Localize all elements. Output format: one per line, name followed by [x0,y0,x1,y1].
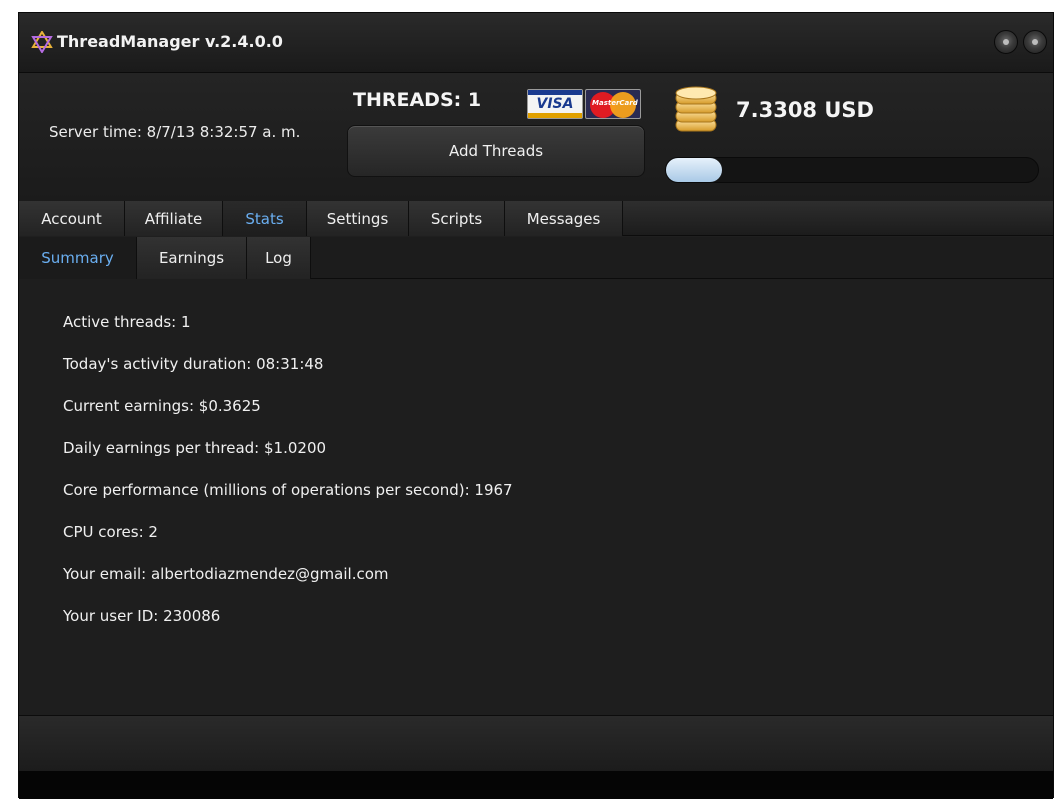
mastercard-icon: MasterCard [585,89,641,119]
close-icon[interactable] [1023,30,1047,54]
stat-user-id: Your user ID: 230086 [63,607,221,625]
header-panel: Server time: 8/7/13 8:32:57 a. m. THREAD… [19,73,1053,201]
status-bar [19,715,1053,771]
tab-stats[interactable]: Stats [223,201,307,236]
stat-email: Your email: albertodiazmendez@gmail.com [63,565,389,583]
main-tabs: Account Affiliate Stats Settings Scripts… [19,201,1053,236]
stats-subtabs: Summary Earnings Log [19,237,1053,279]
balance-progress-fill [666,158,722,182]
stat-core-performance: Core performance (millions of operations… [63,481,513,499]
minimize-icon[interactable] [994,30,1018,54]
visa-card-text: VISA [536,96,574,112]
stat-current-earnings: Current earnings: $0.3625 [63,397,261,415]
bottom-strip [19,771,1053,799]
tab-account[interactable]: Account [19,201,125,236]
tab-scripts[interactable]: Scripts [409,201,505,236]
subtab-earnings[interactable]: Earnings [137,237,247,279]
stat-cpu-cores: CPU cores: 2 [63,523,158,541]
star-of-david-icon [31,31,53,53]
mastercard-text: MasterCard [592,99,638,107]
server-time: Server time: 8/7/13 8:32:57 a. m. [49,123,301,141]
subtab-summary[interactable]: Summary [19,237,137,279]
balance-amount: 7.3308 USD [736,98,874,122]
threads-count: THREADS: 1 [353,89,482,111]
tab-messages[interactable]: Messages [505,201,623,236]
stat-active-threads: Active threads: 1 [63,313,191,331]
app-window: ThreadManager v.2.4.0.0 Server time: 8/7… [18,12,1054,799]
add-threads-button[interactable]: Add Threads [347,125,645,177]
tab-settings[interactable]: Settings [307,201,409,236]
stat-activity-duration: Today's activity duration: 08:31:48 [63,355,324,373]
visa-card-icon: VISA [527,89,583,119]
balance-progress-bar [665,157,1039,183]
summary-panel: Active threads: 1 Today's activity durat… [19,279,1053,715]
coin-stack-icon [675,86,717,132]
stat-daily-earnings: Daily earnings per thread: $1.0200 [63,439,327,457]
title-bar[interactable]: ThreadManager v.2.4.0.0 [19,13,1053,73]
window-title: ThreadManager v.2.4.0.0 [57,32,283,51]
subtab-log[interactable]: Log [247,237,311,279]
tab-affiliate[interactable]: Affiliate [125,201,223,236]
